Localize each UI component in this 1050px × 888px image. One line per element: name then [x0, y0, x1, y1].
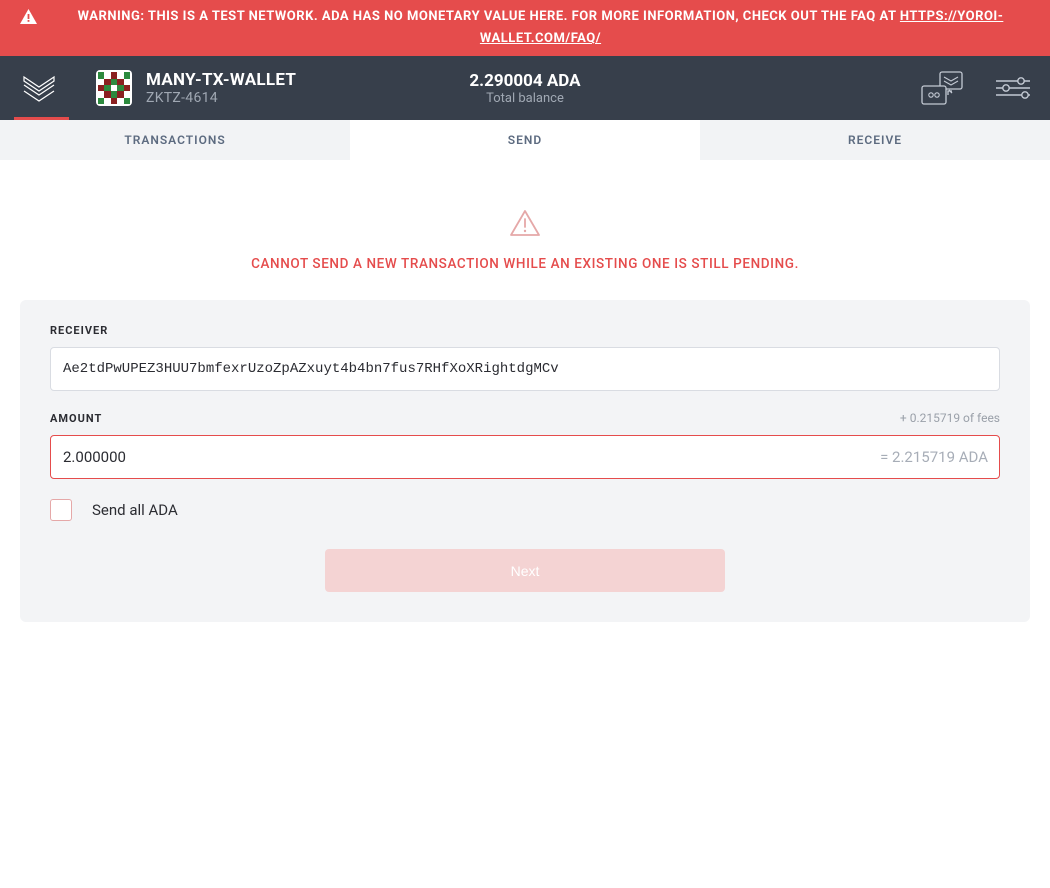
- settings-icon[interactable]: [996, 76, 1030, 100]
- balance-amount: 2.290004 ADA: [469, 71, 580, 91]
- send-form-card: RECEIVER AMOUNT + 0.215719 of fees = 2.2…: [20, 300, 1030, 622]
- send-all-label: Send all ADA: [92, 501, 178, 519]
- amount-label: AMOUNT: [50, 412, 102, 425]
- topbar: MANY-TX-WALLET ZKTZ-4614 2.290004 ADA To…: [0, 56, 1050, 120]
- pending-warning-text: CANNOT SEND A NEW TRANSACTION WHILE AN E…: [251, 256, 799, 272]
- tabs: TRANSACTIONS SEND RECEIVE: [0, 120, 1050, 160]
- wallets-icon[interactable]: [918, 68, 966, 108]
- pending-warning-icon: [510, 210, 540, 240]
- balance-block: 2.290004 ADA Total balance: [469, 71, 580, 106]
- warning-triangle-icon: [20, 9, 37, 32]
- receiver-input[interactable]: [50, 347, 1000, 391]
- fees-text: + 0.215719 of fees: [900, 411, 1000, 425]
- total-ada-text: = 2.215719 ADA: [880, 448, 988, 466]
- wallet-identicon: [96, 70, 132, 106]
- tab-send[interactable]: SEND: [350, 120, 700, 160]
- next-button[interactable]: Next: [325, 549, 725, 592]
- send-all-checkbox[interactable]: [50, 499, 72, 521]
- yoroi-logo-icon[interactable]: [20, 69, 58, 107]
- test-network-warning-banner: WARNING: THIS IS A TEST NETWORK. ADA HAS…: [0, 0, 1050, 56]
- receiver-label: RECEIVER: [50, 324, 1000, 337]
- wallet-plate-id: ZKTZ-4614: [146, 90, 296, 106]
- tab-transactions[interactable]: TRANSACTIONS: [0, 120, 350, 160]
- amount-input[interactable]: [50, 435, 1000, 479]
- balance-label: Total balance: [469, 91, 580, 106]
- warning-text: WARNING: THIS IS A TEST NETWORK. ADA HAS…: [78, 9, 900, 24]
- wallet-info: MANY-TX-WALLET ZKTZ-4614: [146, 70, 296, 106]
- send-content: CANNOT SEND A NEW TRANSACTION WHILE AN E…: [0, 160, 1050, 622]
- tab-receive[interactable]: RECEIVE: [700, 120, 1050, 160]
- wallet-name: MANY-TX-WALLET: [146, 70, 296, 90]
- logo-active-indicator: [14, 117, 69, 120]
